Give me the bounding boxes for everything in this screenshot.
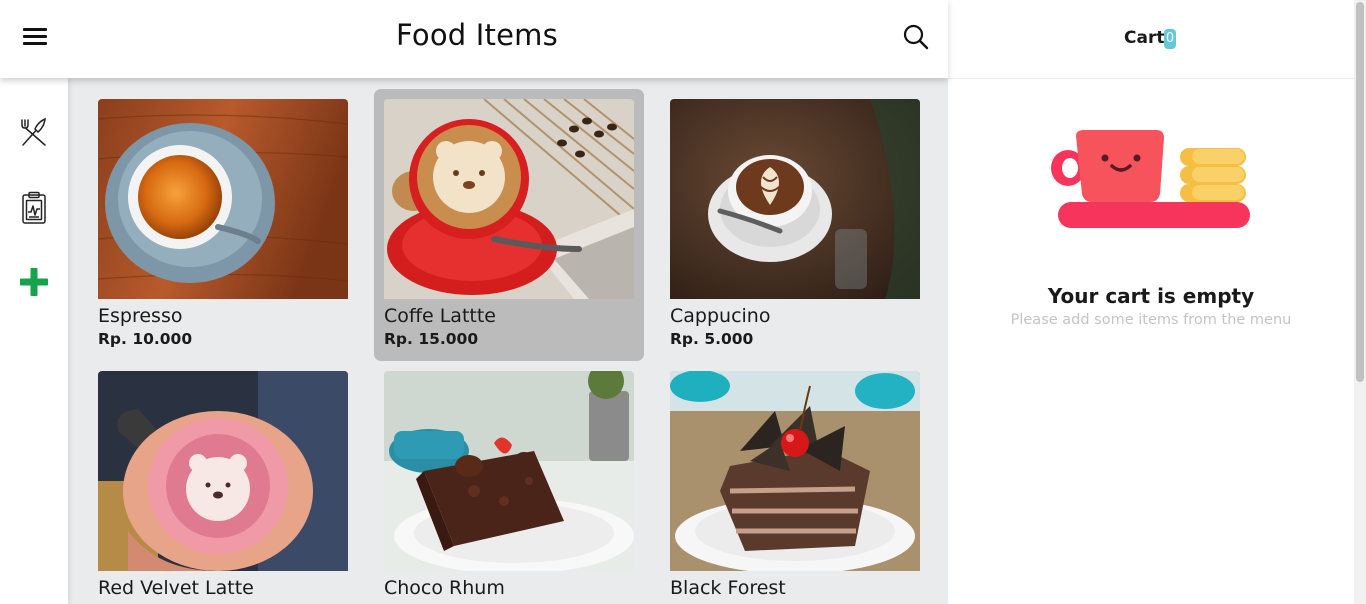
page-title: Food Items bbox=[396, 18, 558, 52]
empty-cart-title: Your cart is empty bbox=[1047, 284, 1255, 308]
clipboard-report-icon bbox=[22, 191, 46, 224]
product-card[interactable]: Red Velvet Latte bbox=[88, 361, 358, 604]
sidebar-item-add[interactable] bbox=[16, 264, 52, 300]
product-name: Coffe Lattte bbox=[384, 305, 496, 327]
product-card-selected[interactable]: Coffe Lattte Rp. 15.000 bbox=[374, 89, 644, 361]
search-icon bbox=[903, 24, 929, 50]
product-name: Black Forest bbox=[670, 577, 786, 599]
cart-title: Cart bbox=[1124, 28, 1165, 48]
cart-header: Cart 0 bbox=[948, 0, 1354, 79]
product-name: Red Velvet Latte bbox=[98, 577, 254, 599]
plus-icon bbox=[20, 268, 48, 296]
product-price: Rp. 15.000 bbox=[384, 330, 479, 348]
product-card[interactable]: Black Forest bbox=[660, 361, 930, 604]
product-image-espresso bbox=[98, 99, 348, 299]
fork-knife-icon bbox=[21, 117, 46, 146]
product-image-cappucino bbox=[670, 99, 920, 299]
empty-cart-subtitle: Please add some items from the menu bbox=[1010, 312, 1292, 328]
scrollbar-thumb[interactable] bbox=[1356, 2, 1364, 382]
product-price: Rp. 5.000 bbox=[670, 330, 754, 348]
top-app-bar: Food Items bbox=[0, 0, 948, 78]
product-image-black-forest bbox=[670, 371, 920, 571]
product-card[interactable]: Cappucino Rp. 5.000 bbox=[660, 89, 930, 361]
product-price: Rp. 10.000 bbox=[98, 330, 193, 348]
product-name: Cappucino bbox=[670, 305, 771, 327]
product-name: Espresso bbox=[98, 305, 183, 327]
product-card[interactable]: Choco Rhum bbox=[374, 361, 644, 604]
product-grid: Espresso Rp. 10.000 Coffe Lattte Rp. 15.… bbox=[68, 78, 948, 604]
empty-cart-illustration bbox=[1048, 128, 1254, 232]
search-button[interactable] bbox=[902, 23, 930, 51]
cart-count-badge: 0 bbox=[1164, 29, 1176, 49]
page-scrollbar[interactable] bbox=[1354, 0, 1366, 604]
sidebar-item-report[interactable] bbox=[16, 190, 52, 226]
product-name: Choco Rhum bbox=[384, 577, 505, 599]
product-image-choco-rhum bbox=[384, 371, 634, 571]
sidebar-item-food[interactable] bbox=[16, 114, 52, 150]
product-image-coffe-lattte bbox=[384, 99, 634, 299]
product-image-red-velvet-latte bbox=[98, 371, 348, 571]
cart-panel: Cart 0 Your cart is empty Please add som… bbox=[948, 0, 1354, 604]
product-card[interactable]: Espresso Rp. 10.000 bbox=[88, 89, 358, 361]
sidebar bbox=[0, 78, 68, 604]
